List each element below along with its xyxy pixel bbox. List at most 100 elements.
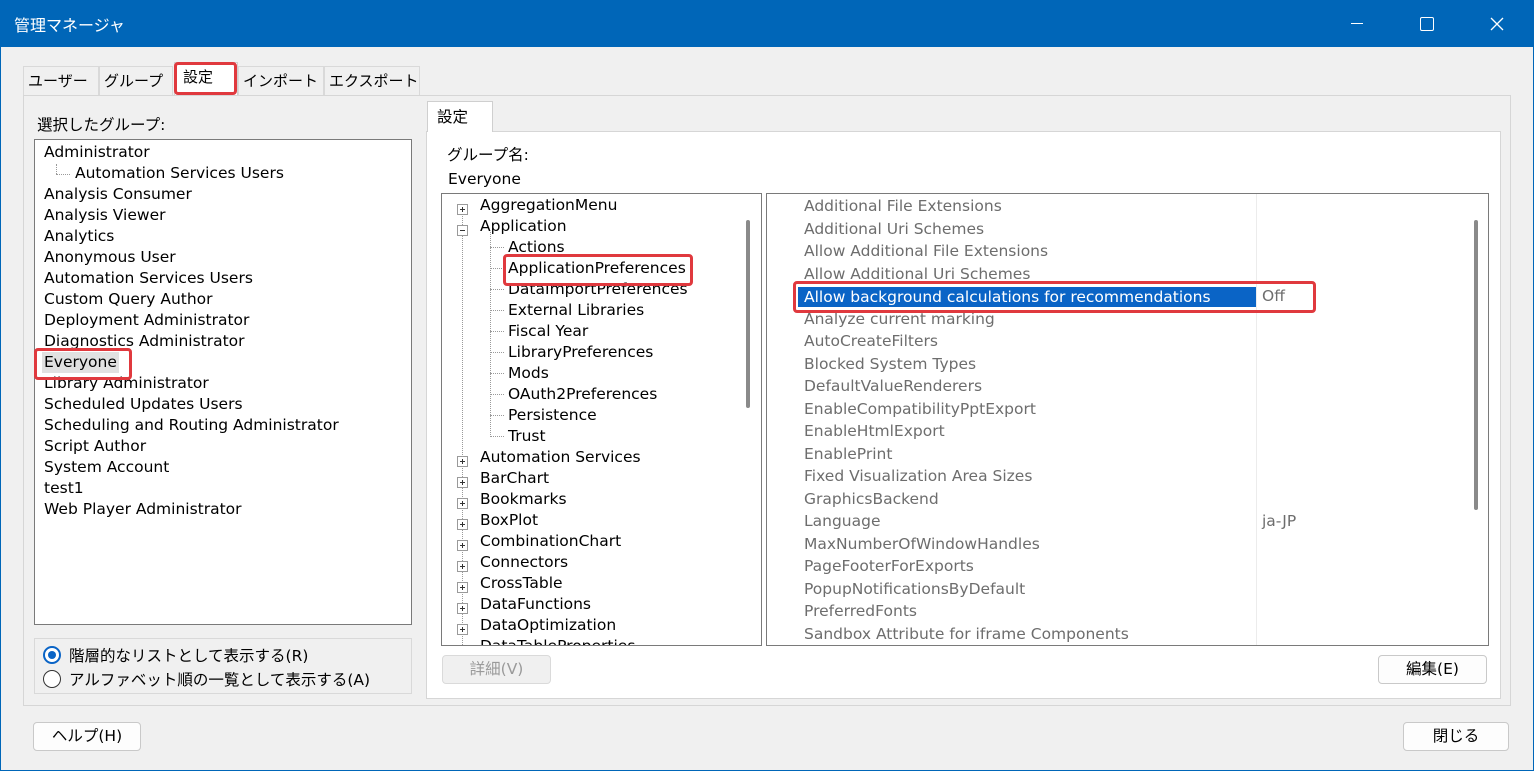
tree-node[interactable]: CombinationChart [480,531,621,552]
property-name[interactable]: DefaultValueRenderers [804,375,982,397]
list-item[interactable]: Custom Query Author [44,289,213,310]
help-button[interactable]: ヘルプ(H) [33,722,141,751]
property-name[interactable]: EnablePrint [804,443,892,465]
tab-import[interactable]: インポート [238,66,324,95]
radio-hierarchical[interactable] [43,646,61,664]
list-item[interactable]: Automation Services Users [44,268,253,289]
tree-node[interactable]: CrossTable [480,573,563,594]
radio-alphabetical[interactable] [43,670,61,688]
minimize-button[interactable] [1322,0,1392,47]
property-name[interactable]: Additional File Extensions [804,195,1002,217]
tree-node-selected[interactable]: ApplicationPreferences [508,258,686,279]
expand-icon[interactable] [457,540,468,551]
list-item[interactable]: Library Administrator [44,373,209,394]
list-item[interactable]: Scheduled Updates Users [44,394,243,415]
list-item[interactable]: Deployment Administrator [44,310,249,331]
list-item[interactable]: Anonymous User [44,247,176,268]
tree-node[interactable]: LibraryPreferences [508,342,653,363]
tree-node[interactable]: AggregationMenu [480,195,617,216]
list-item[interactable]: Scheduling and Routing Administrator [44,415,339,436]
tree-node[interactable]: DataFunctions [480,594,591,615]
tree-node[interactable]: External Libraries [508,300,644,321]
property-name[interactable]: Blocked System Types [804,353,976,375]
property-name[interactable]: PopupNotificationsByDefault [804,578,1025,600]
property-name[interactable]: Language [804,510,881,532]
property-name[interactable]: Allow Additional Uri Schemes [804,263,1030,285]
property-value[interactable]: Off [1262,285,1285,307]
list-item[interactable]: System Account [44,457,169,478]
tree-node[interactable]: Automation Services [480,447,641,468]
tree-node[interactable]: Connectors [480,552,568,573]
property-name[interactable]: AutoCreateFilters [804,330,938,352]
expand-icon[interactable] [457,624,468,635]
list-item[interactable]: test1 [44,478,84,499]
property-name[interactable]: Sandbox Attribute for iframe Components [804,623,1129,645]
property-name[interactable]: MaxNumberOfWindowHandles [804,533,1040,555]
property-name[interactable]: Additional Uri Schemes [804,218,984,240]
list-item[interactable]: Script Author [44,436,146,457]
expand-icon[interactable] [457,519,468,530]
property-name[interactable]: EnableCompatibilityPptExport [804,398,1036,420]
maximize-button[interactable] [1392,0,1462,47]
tree-node[interactable]: Actions [508,237,565,258]
tree-node[interactable]: Application [480,216,567,237]
radio-alphabetical-label[interactable]: アルファベット順の一覧として表示する(A) [69,668,370,690]
tree-node[interactable]: Bookmarks [480,489,567,510]
radio-hierarchical-label[interactable]: 階層的なリストとして表示する(R) [69,644,308,666]
tree-node[interactable]: DataImportPreferences [508,279,688,300]
expand-icon[interactable] [457,456,468,467]
list-item[interactable]: Web Player Administrator [44,499,242,520]
subtab-settings[interactable]: 設定 [427,101,493,132]
settings-tree[interactable]: AggregationMenu Application Actions Appl… [441,193,762,646]
property-name[interactable]: GraphicsBackend [804,488,939,510]
group-name-value: Everyone [448,170,521,188]
property-name[interactable]: PageFooterForExports [804,555,974,577]
list-item[interactable]: Analysis Viewer [44,205,165,226]
tree-node[interactable]: BarChart [480,468,549,489]
tab-users[interactable]: ユーザー [23,66,99,95]
column-separator [1256,194,1257,645]
property-name-selected[interactable]: Allow background calculations for recomm… [798,287,1256,307]
close-window-button[interactable] [1462,0,1532,47]
tree-node[interactable]: Trust [508,426,546,447]
collapse-icon[interactable] [457,225,468,236]
property-name[interactable]: EnableHtmlExport [804,420,945,442]
details-button[interactable]: 詳細(V) [442,655,551,684]
tree-node[interactable]: Persistence [508,405,597,426]
property-name[interactable]: Analyze current marking [804,308,995,330]
property-name[interactable]: Fixed Visualization Area Sizes [804,465,1032,487]
tab-export[interactable]: エクスポート [324,66,420,95]
expand-icon[interactable] [457,561,468,572]
list-item[interactable]: Automation Services Users [75,163,284,184]
expand-icon[interactable] [457,204,468,215]
property-list[interactable]: Additional File Extensions Additional Ur… [766,193,1489,646]
tree-node[interactable]: DataOptimization [480,615,616,636]
expand-icon[interactable] [457,645,468,646]
expand-icon[interactable] [457,582,468,593]
property-name[interactable]: Allow Additional File Extensions [804,240,1048,262]
group-listbox[interactable]: Administrator Automation Services Users … [34,139,412,625]
tree-node[interactable]: Fiscal Year [508,321,588,342]
expand-icon[interactable] [457,498,468,509]
edit-button[interactable]: 編集(E) [1378,655,1487,684]
expand-icon[interactable] [457,477,468,488]
tree-node[interactable]: DataTableProperties [480,636,635,645]
tree-node[interactable]: OAuth2Preferences [508,384,657,405]
tree-node[interactable]: Mods [508,363,549,384]
list-item[interactable]: Analysis Consumer [44,184,192,205]
selected-group-label: 選択したグループ: [37,116,166,134]
tab-settings[interactable]: 設定 [174,62,238,96]
property-name[interactable]: PreferredFonts [804,600,917,622]
list-item[interactable]: Diagnostics Administrator [44,331,245,352]
list-item[interactable]: Analytics [44,226,114,247]
tree-scrollbar-thumb[interactable] [746,220,750,408]
property-scrollbar-thumb[interactable] [1474,220,1478,510]
list-item[interactable]: Administrator [44,142,150,163]
tree-node[interactable]: BoxPlot [480,510,538,531]
close-button[interactable]: 閉じる [1403,722,1509,751]
expand-icon[interactable] [457,603,468,614]
tree-connector [56,174,70,175]
list-item-selected[interactable]: Everyone [42,352,119,373]
property-value[interactable]: ja-JP [1262,510,1296,532]
tab-groups[interactable]: グループ [99,66,173,95]
